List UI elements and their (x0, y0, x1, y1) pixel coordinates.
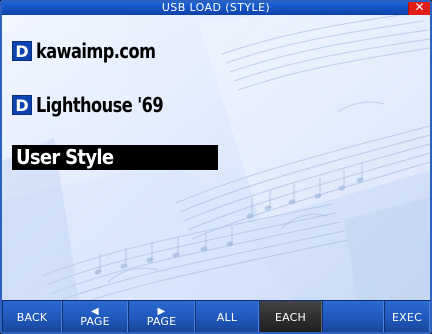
file-label: kawaimp.com (36, 39, 156, 63)
all-button-label: ALL (216, 311, 238, 324)
blank-footer-button[interactable] (322, 301, 384, 334)
file-type-badge: D (12, 41, 32, 61)
file-item-lighthouse-69[interactable]: D Lighthouse '69 (12, 92, 177, 118)
exec-button[interactable]: EXEC (384, 301, 430, 334)
page-left-label: PAGE (80, 315, 110, 328)
file-item-kawaimp-com[interactable]: D kawaimp.com (12, 38, 169, 64)
exec-button-label: EXEC (392, 311, 422, 324)
page-right-button[interactable]: ▶ PAGE (128, 301, 195, 334)
all-button[interactable]: ALL (195, 301, 259, 334)
page-right-label: PAGE (146, 315, 177, 328)
content-area: D kawaimp.com D Lighthouse '69 User Styl… (0, 0, 432, 334)
file-type-badge: D (12, 95, 32, 115)
file-label: Lighthouse '69 (36, 93, 164, 117)
back-button-label: BACK (16, 311, 48, 324)
usb-load-style-screen: USB LOAD (STYLE) ✕ D kawaimp.com D Light… (0, 0, 432, 334)
each-button[interactable]: EACH (259, 301, 322, 334)
each-button-label: EACH (274, 311, 307, 324)
back-button[interactable]: BACK (2, 301, 62, 334)
selected-item-label: User Style (16, 145, 114, 169)
selected-list-item-user-style[interactable]: User Style (12, 145, 218, 170)
page-left-button[interactable]: ◀ PAGE (62, 301, 128, 334)
footer-toolbar: BACK ◀ PAGE ▶ PAGE ALL EACH EXEC (0, 300, 432, 334)
